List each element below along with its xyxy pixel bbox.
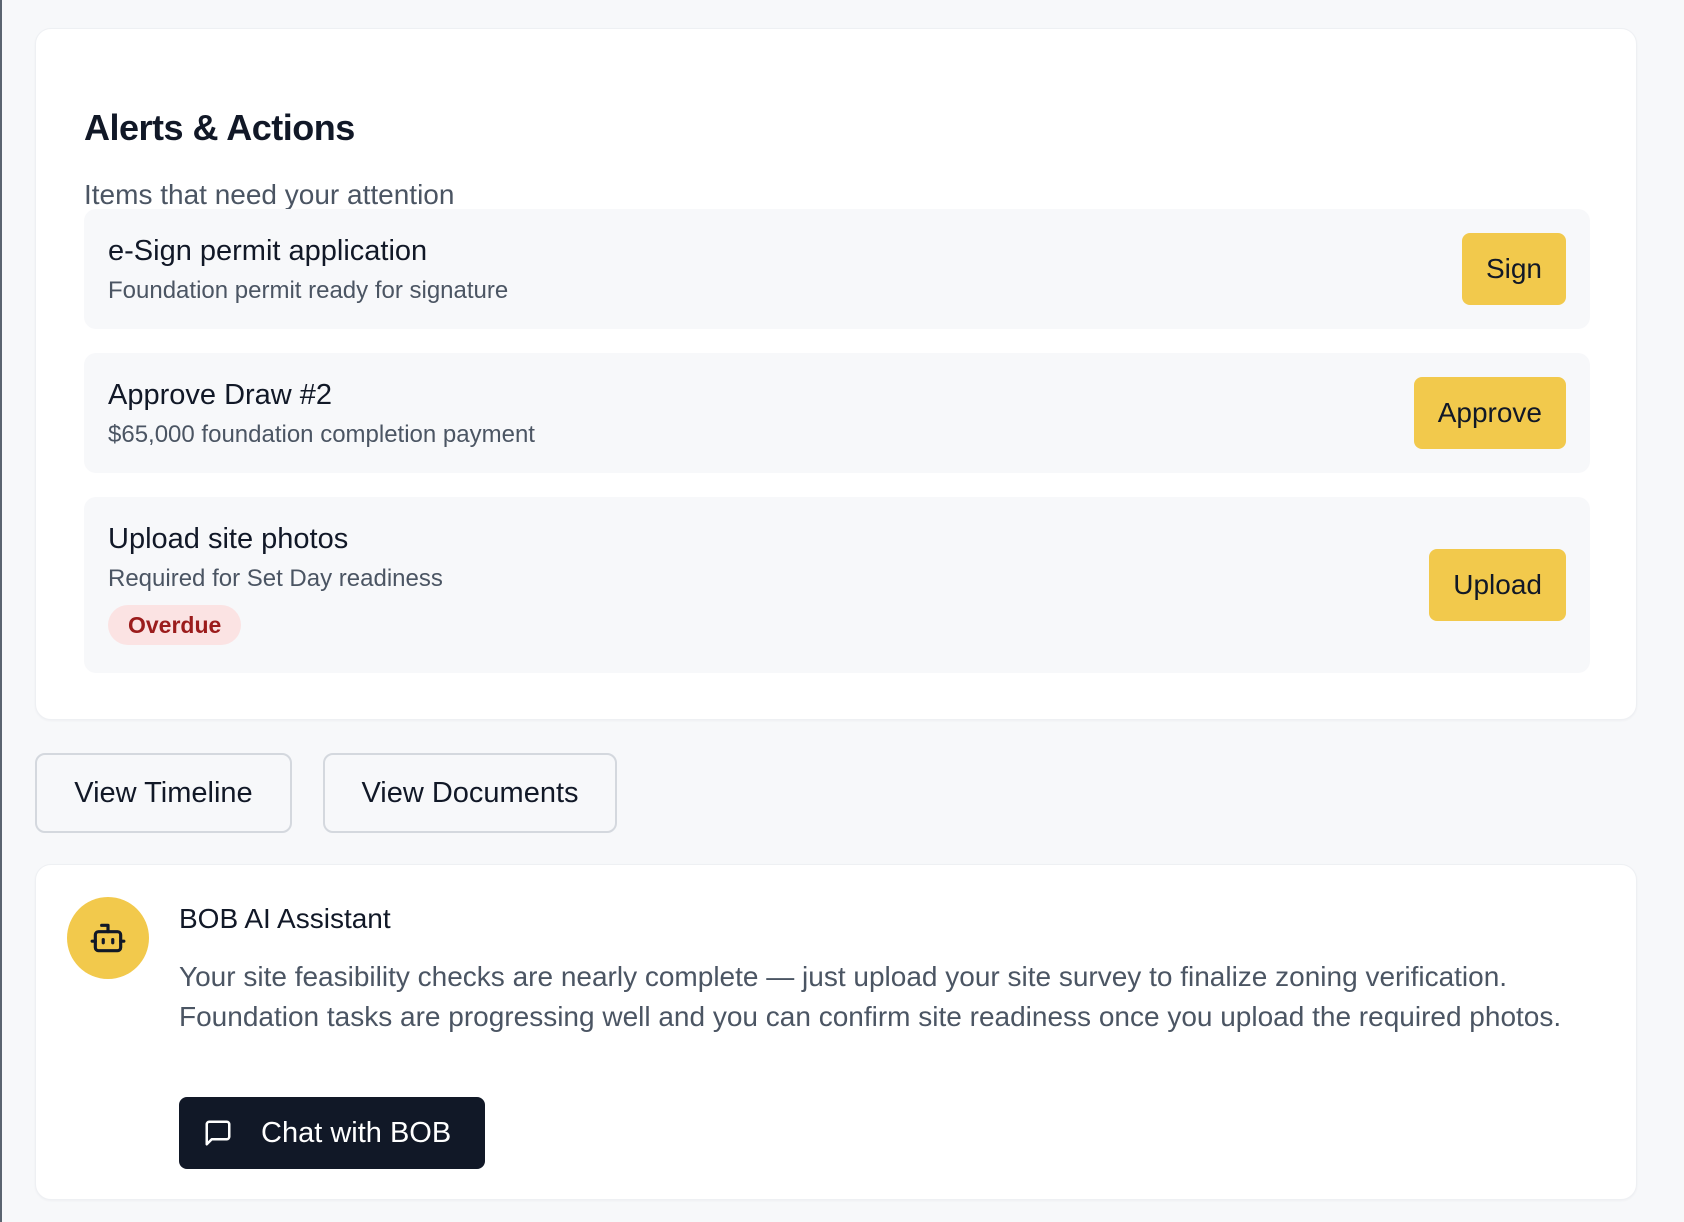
- alert-row-approve-draw: Approve Draw #2 $65,000 foundation compl…: [84, 353, 1590, 473]
- assistant-avatar: [67, 897, 149, 979]
- alert-row-esign: e-Sign permit application Foundation per…: [84, 209, 1590, 329]
- page: Alerts & Actions Items that need your at…: [0, 0, 1684, 1222]
- robot-icon: [90, 923, 126, 953]
- assistant-message: Your site feasibility checks are nearly …: [179, 961, 1562, 1032]
- alerts-subtitle: Items that need your attention: [84, 179, 455, 210]
- chat-button-label: Chat with BOB: [261, 1116, 452, 1149]
- alert-title: Approve Draw #2: [108, 379, 333, 411]
- alerts-title: Alerts & Actions: [84, 107, 355, 148]
- message-square-icon: [203, 1118, 233, 1148]
- alert-row-upload-photos: Upload site photos Required for Set Day …: [84, 497, 1590, 673]
- alert-title: Upload site photos: [108, 523, 349, 555]
- alerts-card: Alerts & Actions Items that need your at…: [35, 28, 1637, 720]
- overdue-badge: Overdue: [108, 605, 242, 645]
- approve-button[interactable]: Approve: [1413, 377, 1566, 449]
- alert-description: $65,000 foundation completion payment: [108, 421, 535, 448]
- alert-title: e-Sign permit application: [108, 235, 428, 267]
- chat-with-bob-button[interactable]: Chat with BOB: [179, 1097, 485, 1169]
- upload-button[interactable]: Upload: [1429, 549, 1566, 621]
- view-timeline-button[interactable]: View Timeline: [35, 753, 292, 833]
- assistant-title: BOB AI Assistant: [179, 903, 391, 934]
- view-documents-button[interactable]: View Documents: [323, 753, 617, 833]
- assistant-card: BOB AI Assistant Your site feasibility c…: [35, 864, 1637, 1200]
- alert-description: Foundation permit ready for signature: [108, 277, 509, 304]
- sign-button[interactable]: Sign: [1461, 233, 1566, 305]
- alert-description: Required for Set Day readiness: [108, 565, 443, 592]
